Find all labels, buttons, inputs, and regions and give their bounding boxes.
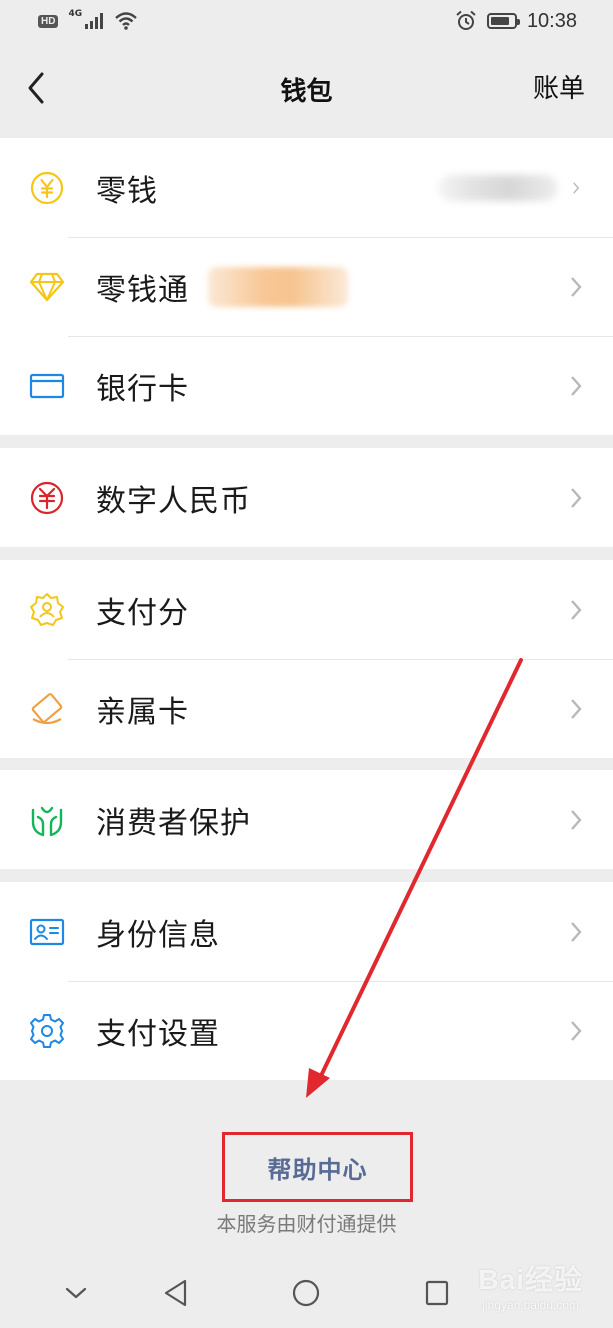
help-center-link[interactable]: 帮助中心 — [268, 1150, 368, 1185]
row-label-bank-card: 银行卡 — [96, 371, 189, 407]
credit-group: 支付分 亲属卡 — [0, 560, 613, 758]
row-label-identity: 身份信息 — [96, 917, 220, 953]
network-type: 4G — [68, 9, 83, 19]
chevron-right-icon — [571, 599, 582, 620]
chevron-right-icon — [571, 1020, 582, 1041]
diamond-icon — [29, 269, 65, 305]
digital-rmb-icon — [29, 480, 65, 516]
row-consumer-protection[interactable]: 消费者保护 — [0, 770, 613, 869]
row-pay-settings[interactable]: 支付设置 — [0, 981, 613, 1080]
watermark-url: jingyan.baidu.com — [482, 1298, 579, 1312]
chevron-right-icon — [571, 375, 582, 396]
row-change-pass[interactable]: 零钱通 — [0, 237, 613, 336]
chevron-right-icon — [571, 809, 582, 830]
back-triangle-icon[interactable] — [162, 1278, 190, 1308]
row-label-digital-rmb: 数字人民币 — [96, 483, 251, 519]
row-label-family-card: 亲属卡 — [96, 694, 189, 730]
chevron-right-icon — [571, 921, 582, 942]
row-label-pay-score: 支付分 — [96, 595, 189, 631]
wifi-icon — [115, 12, 137, 30]
row-identity[interactable]: 身份信息 — [0, 882, 613, 981]
yuan-coin-icon — [29, 170, 65, 206]
row-label-change: 零钱 — [96, 173, 158, 209]
home-circle-icon[interactable] — [291, 1278, 321, 1308]
row-label-consumer-protection: 消费者保护 — [96, 805, 251, 841]
hd-badge: HD — [38, 14, 59, 28]
provider-text: 本服务由财付通提供 — [216, 1212, 397, 1236]
status-time: 10:38 — [526, 9, 577, 32]
help-center-highlight-box: 帮助中心 — [222, 1132, 413, 1202]
row-label-change-pass: 零钱通 — [96, 272, 189, 308]
wallet-balance-group: 零钱 零钱通 银行卡 — [0, 138, 613, 435]
alarm-icon — [456, 10, 476, 30]
back-arrow-icon[interactable] — [22, 68, 52, 108]
balance-amount-blurred — [438, 174, 558, 201]
recent-apps-icon[interactable] — [424, 1278, 450, 1308]
row-label-pay-settings: 支付设置 — [96, 1016, 220, 1052]
row-family-card[interactable]: 亲属卡 — [0, 659, 613, 758]
chevron-right-icon — [573, 181, 580, 194]
hide-keyboard-icon[interactable] — [64, 1278, 88, 1308]
gear-icon — [29, 1013, 65, 1049]
battery-icon — [486, 13, 520, 29]
signal-icon — [85, 13, 104, 29]
pay-score-icon — [29, 592, 65, 628]
digital-rmb-group: 数字人民币 — [0, 448, 613, 547]
row-pay-score[interactable]: 支付分 — [0, 560, 613, 659]
watermark-brand: Bai经验 — [478, 1264, 583, 1295]
status-bar: HD 4G 10:38 — [0, 0, 613, 42]
consumer-protection-icon — [29, 802, 65, 838]
chevron-right-icon — [571, 276, 582, 297]
page-title: 钱包 — [280, 77, 333, 107]
row-digital-rmb[interactable]: 数字人民币 — [0, 448, 613, 547]
yield-blurred — [208, 266, 348, 307]
nav-bar: 钱包 账单 — [0, 42, 613, 137]
bill-button[interactable]: 账单 — [533, 68, 585, 105]
settings-group: 身份信息 支付设置 — [0, 882, 613, 1080]
protection-group: 消费者保护 — [0, 770, 613, 869]
id-card-icon — [29, 914, 65, 950]
status-right: 10:38 — [455, 10, 577, 33]
status-left: HD 4G — [38, 9, 138, 30]
row-bank-card[interactable]: 银行卡 — [0, 336, 613, 435]
family-card-icon — [29, 691, 65, 727]
chevron-right-icon — [571, 698, 582, 719]
row-change[interactable]: 零钱 — [0, 138, 613, 237]
chevron-right-icon — [571, 487, 582, 508]
bank-card-icon — [29, 368, 65, 404]
